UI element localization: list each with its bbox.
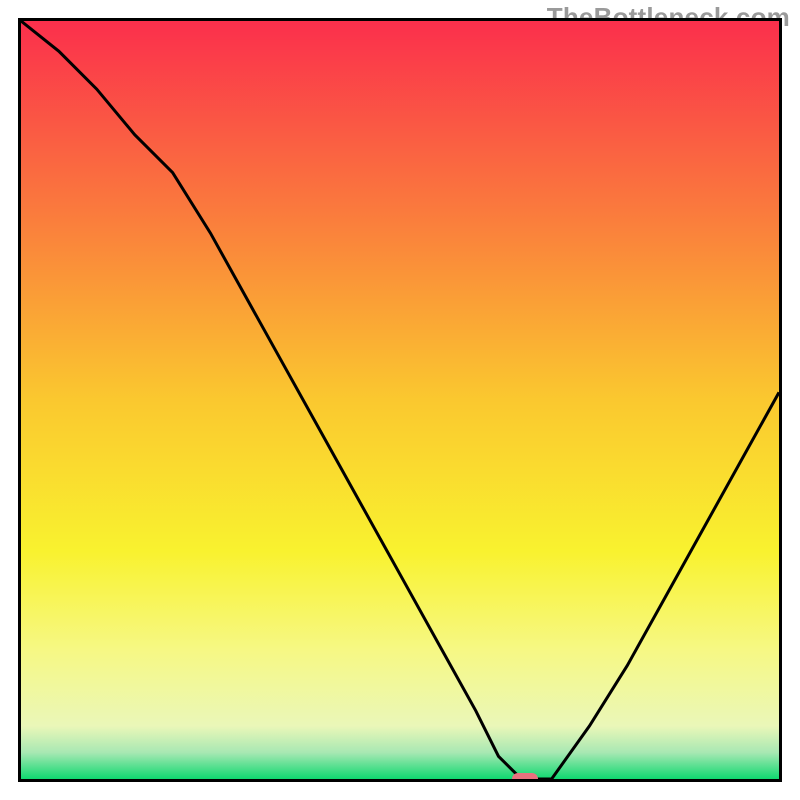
- plot-area: [18, 18, 782, 782]
- optimal-point-marker: [512, 773, 538, 782]
- chart-canvas: TheBottleneck.com: [0, 0, 800, 800]
- curve-layer: [21, 21, 779, 779]
- bottleneck-curve: [21, 21, 779, 779]
